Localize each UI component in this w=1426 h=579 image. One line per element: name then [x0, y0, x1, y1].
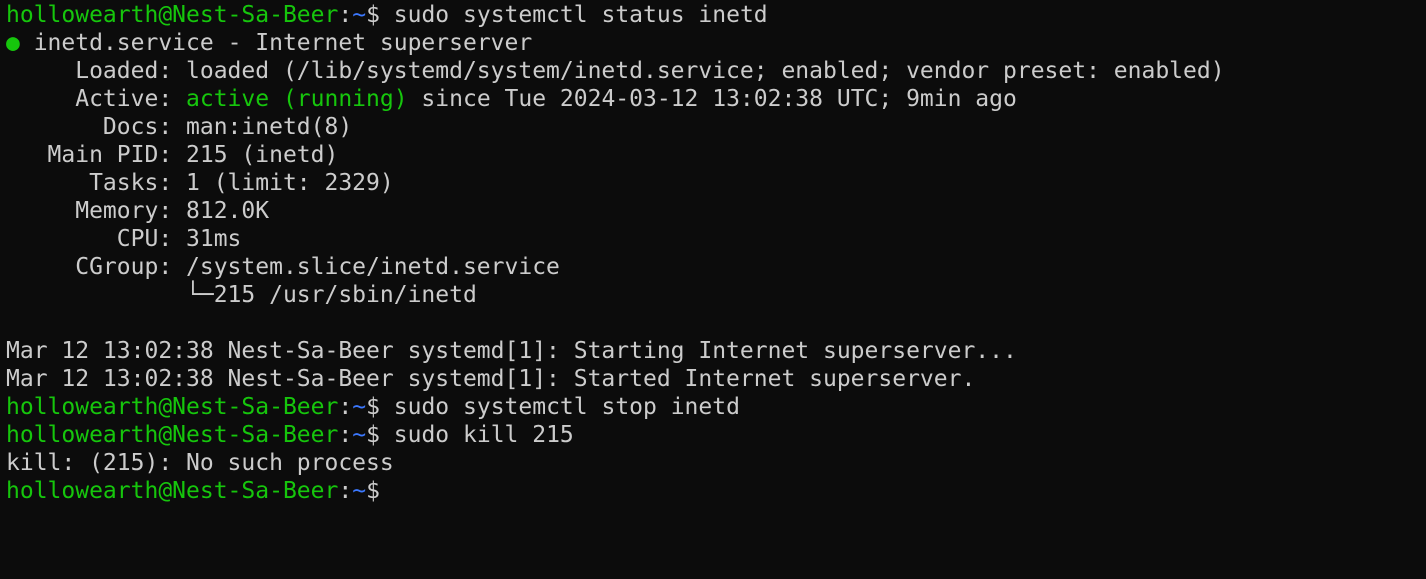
- status-active: Active: active (running) since Tue 2024-…: [6, 85, 1426, 113]
- prompt-symbol: $: [366, 394, 394, 420]
- status-header: ● inetd.service - Internet superserver: [6, 29, 1426, 57]
- prompt-line-2: hollowearth@Nest-Sa-Beer:~$ sudo systemc…: [6, 393, 1426, 421]
- prompt-user-host: hollowearth@Nest-Sa-Beer: [6, 422, 339, 448]
- status-loaded: Loaded: loaded (/lib/systemd/system/inet…: [6, 58, 1225, 84]
- log-line: Mar 12 13:02:38 Nest-Sa-Beer systemd[1]:…: [6, 366, 976, 392]
- prompt-separator: :: [338, 478, 353, 504]
- log-line: Mar 12 13:02:38 Nest-Sa-Beer systemd[1]:…: [6, 338, 1017, 364]
- prompt-user-host: hollowearth@Nest-Sa-Beer: [6, 478, 339, 504]
- status-docs: Docs: man:inetd(8): [6, 114, 353, 140]
- prompt-symbol: $: [366, 2, 394, 28]
- command-text: sudo systemctl stop inetd: [393, 394, 740, 420]
- prompt-symbol: $: [366, 422, 394, 448]
- prompt-path: ~: [352, 422, 367, 448]
- status-main-pid: Main PID: 215 (inetd): [6, 142, 339, 168]
- prompt-separator: :: [338, 422, 353, 448]
- prompt-line-3: hollowearth@Nest-Sa-Beer:~$ sudo kill 21…: [6, 421, 1426, 449]
- status-memory: Memory: 812.0K: [6, 198, 270, 224]
- terminal-window[interactable]: hollowearth@Nest-Sa-Beer:~$ sudo systemc…: [0, 0, 1426, 579]
- status-tasks: Tasks: 1 (limit: 2329): [6, 170, 394, 196]
- status-dot-icon: ●: [6, 30, 20, 56]
- prompt-symbol: $: [366, 478, 394, 504]
- command-text: sudo kill 215: [393, 422, 574, 448]
- status-header-text: inetd.service - Internet superserver: [19, 30, 533, 56]
- kill-output: kill: (215): No such process: [6, 450, 394, 476]
- status-active-label: Active:: [6, 86, 187, 112]
- status-cgroup: CGroup: /system.slice/inetd.service: [6, 254, 560, 280]
- prompt-path: ~: [352, 478, 367, 504]
- prompt-line-4[interactable]: hollowearth@Nest-Sa-Beer:~$: [6, 477, 1426, 505]
- status-cgroup-child: └─215 /usr/sbin/inetd: [6, 282, 477, 308]
- status-cpu: CPU: 31ms: [6, 226, 242, 252]
- command-text: sudo systemctl status inetd: [393, 2, 768, 28]
- prompt-path: ~: [352, 2, 367, 28]
- prompt-user-host: hollowearth@Nest-Sa-Beer: [6, 2, 339, 28]
- prompt-user-host: hollowearth@Nest-Sa-Beer: [6, 394, 339, 420]
- prompt-line-1: hollowearth@Nest-Sa-Beer:~$ sudo systemc…: [6, 1, 1426, 29]
- prompt-path: ~: [352, 394, 367, 420]
- status-active-rest: since Tue 2024-03-12 13:02:38 UTC; 9min …: [407, 86, 1017, 112]
- prompt-separator: :: [338, 394, 353, 420]
- status-active-state: active (running): [186, 86, 408, 112]
- prompt-separator: :: [338, 2, 353, 28]
